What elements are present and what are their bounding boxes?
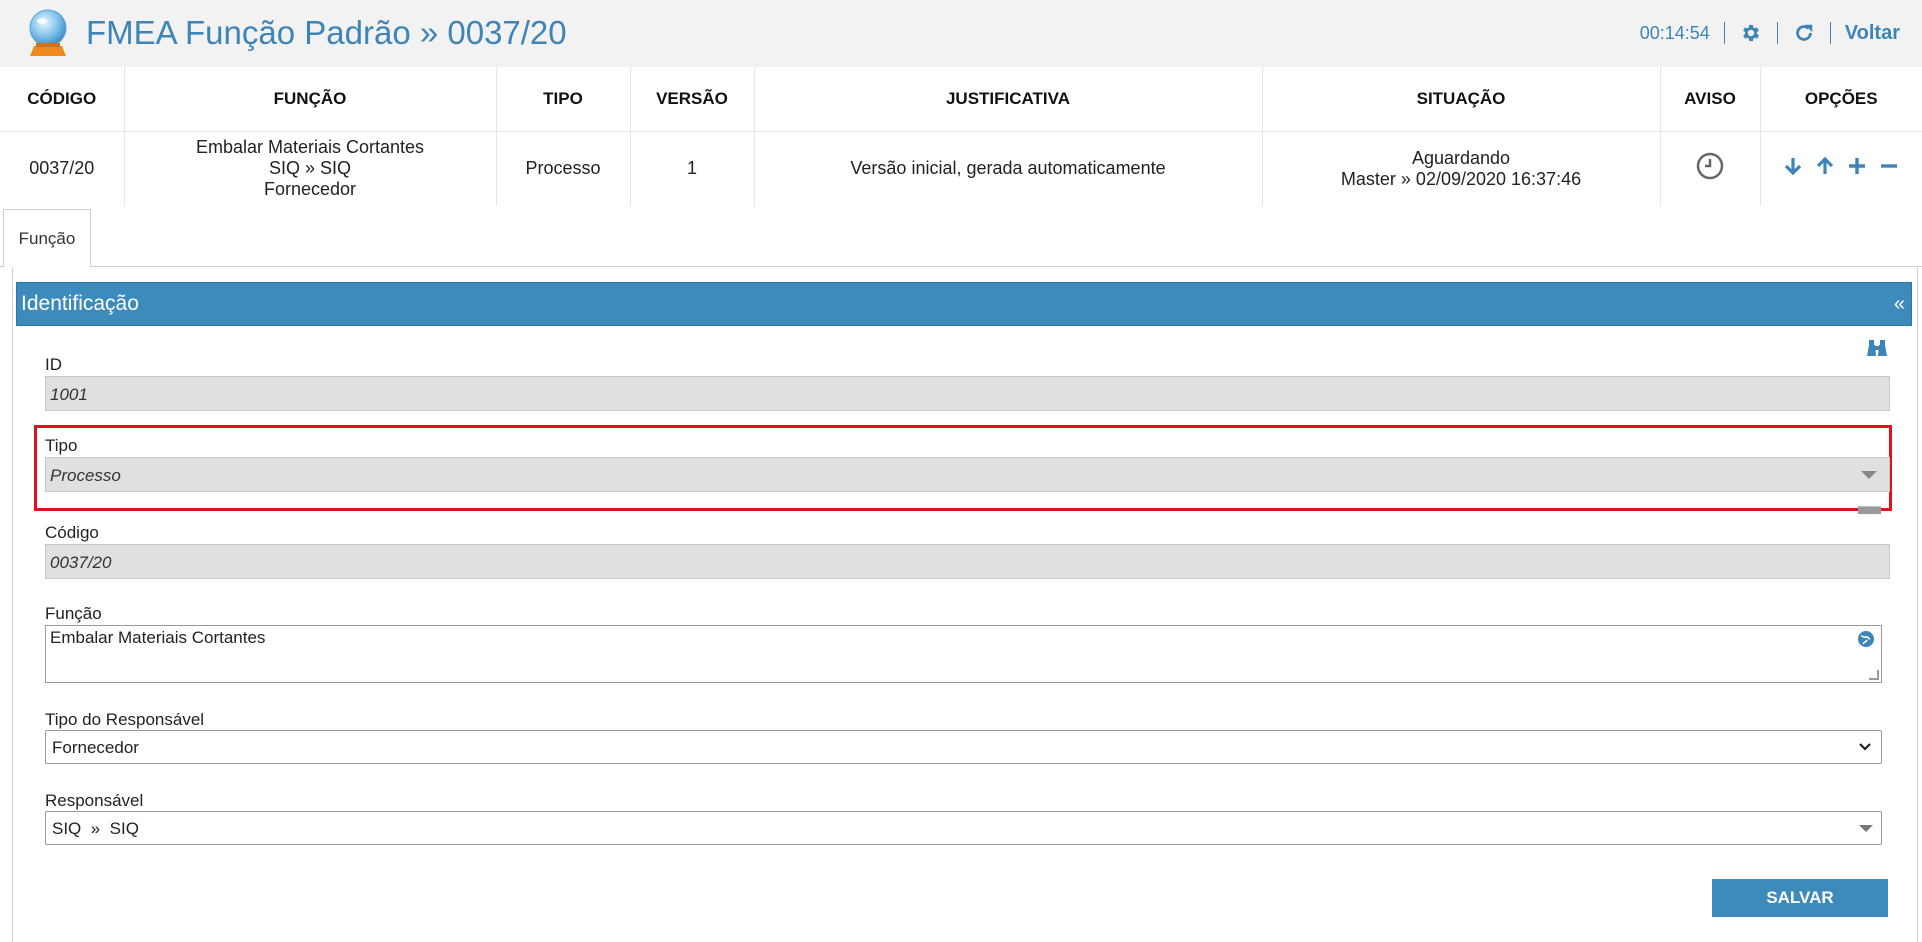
- id-field: 1001: [45, 376, 1890, 411]
- table-row: 0037/20 Embalar Materiais Cortantes SIQ …: [0, 131, 1922, 206]
- session-timer: 00:14:54: [1639, 22, 1710, 43]
- summary-table: CÓDIGO FUNÇÃO TIPO VERSÃO JUSTIFICATIVA …: [0, 67, 1922, 206]
- globe-icon[interactable]: [1857, 630, 1875, 648]
- tipo-label: Tipo: [45, 436, 78, 455]
- header-actions: 00:14:54 Voltar: [1640, 20, 1900, 46]
- plus-icon[interactable]: [1846, 155, 1868, 177]
- funcao-value: Embalar Materiais Cortantes: [50, 628, 266, 647]
- tipo-value: Processo: [50, 466, 121, 485]
- cell-versao: 1: [630, 131, 755, 206]
- id-label: ID: [45, 355, 62, 374]
- minus-icon[interactable]: [1878, 155, 1900, 177]
- top-bar: FMEA Função Padrão » 0037/20 00:14:54 Vo…: [0, 0, 1922, 67]
- column-header: CÓDIGO: [0, 67, 125, 132]
- arrow-up-icon[interactable]: [1814, 155, 1836, 177]
- cell-aviso: [1660, 131, 1761, 206]
- funcao-label: Função: [45, 604, 102, 623]
- more-icon[interactable]: ■■■: [1857, 502, 1882, 520]
- panel-header[interactable]: Identificação «: [16, 282, 1912, 326]
- cell-opcoes: [1760, 131, 1922, 206]
- divider: [1776, 22, 1778, 44]
- panel-title: Identificação: [21, 292, 139, 315]
- gear-icon[interactable]: [1739, 21, 1763, 45]
- cell-funcao: Embalar Materiais Cortantes SIQ » SIQ Fo…: [124, 131, 497, 206]
- funcao-textarea[interactable]: Embalar Materiais Cortantes: [45, 625, 1882, 683]
- clock-icon[interactable]: [1696, 152, 1724, 185]
- codigo-field: 0037/20: [45, 544, 1890, 579]
- tipo-responsavel-select[interactable]: Fornecedor: [45, 730, 1882, 764]
- refresh-icon[interactable]: [1792, 21, 1816, 45]
- responsavel-select[interactable]: SIQ » SIQ: [45, 811, 1882, 845]
- tab-bar: Função: [0, 209, 1922, 268]
- situacao-status: Aguardando: [1411, 147, 1511, 168]
- funcao-name: Embalar Materiais Cortantes: [195, 137, 425, 158]
- column-header: SITUAÇÃO: [1262, 67, 1661, 132]
- responsavel-value: SIQ » SIQ: [52, 819, 139, 838]
- save-button[interactable]: SALVAR: [1712, 879, 1888, 917]
- collapse-icon[interactable]: «: [1894, 293, 1905, 316]
- column-header: AVISO: [1660, 67, 1761, 132]
- column-header: VERSÃO: [630, 67, 755, 132]
- binoculars-icon[interactable]: [1866, 338, 1888, 360]
- column-header: TIPO: [496, 67, 631, 132]
- responsavel-label: Responsável: [45, 791, 144, 810]
- column-header: JUSTIFICATIVA: [754, 67, 1263, 132]
- tipo-responsavel-value: Fornecedor: [52, 738, 139, 757]
- column-header: FUNÇÃO: [124, 67, 497, 132]
- cell-justificativa: Versão inicial, gerada automaticamente: [754, 131, 1263, 206]
- crystal-ball-icon: [29, 9, 67, 56]
- tab-funcao[interactable]: Função: [3, 209, 91, 268]
- cell-situacao: Aguardando Master » 02/09/2020 16:37:46: [1262, 131, 1661, 206]
- funcao-responsible-type: Fornecedor: [263, 179, 357, 200]
- chevron-down-icon: [1857, 738, 1873, 754]
- arrow-down-icon[interactable]: [1782, 155, 1804, 177]
- divider: [1829, 22, 1831, 44]
- cell-codigo: 0037/20: [0, 131, 125, 206]
- back-link[interactable]: Voltar: [1845, 22, 1900, 45]
- cell-tipo: Processo: [496, 131, 631, 206]
- column-header: OPÇÕES: [1760, 67, 1922, 132]
- page-title: FMEA Função Padrão » 0037/20: [86, 14, 567, 51]
- funcao-responsible: SIQ » SIQ: [268, 158, 352, 179]
- caret-down-icon: [1859, 825, 1873, 832]
- resize-handle[interactable]: [1869, 670, 1879, 680]
- tipo-select: Processo: [45, 457, 1890, 492]
- tipo-responsavel-label: Tipo do Responsável: [45, 710, 205, 729]
- codigo-label: Código: [45, 523, 99, 542]
- situacao-detail: Master » 02/09/2020 16:37:46: [1340, 168, 1582, 189]
- table-header-row: CÓDIGO FUNÇÃO TIPO VERSÃO JUSTIFICATIVA …: [0, 67, 1922, 132]
- caret-down-icon: [1861, 471, 1877, 479]
- divider: [1723, 22, 1725, 44]
